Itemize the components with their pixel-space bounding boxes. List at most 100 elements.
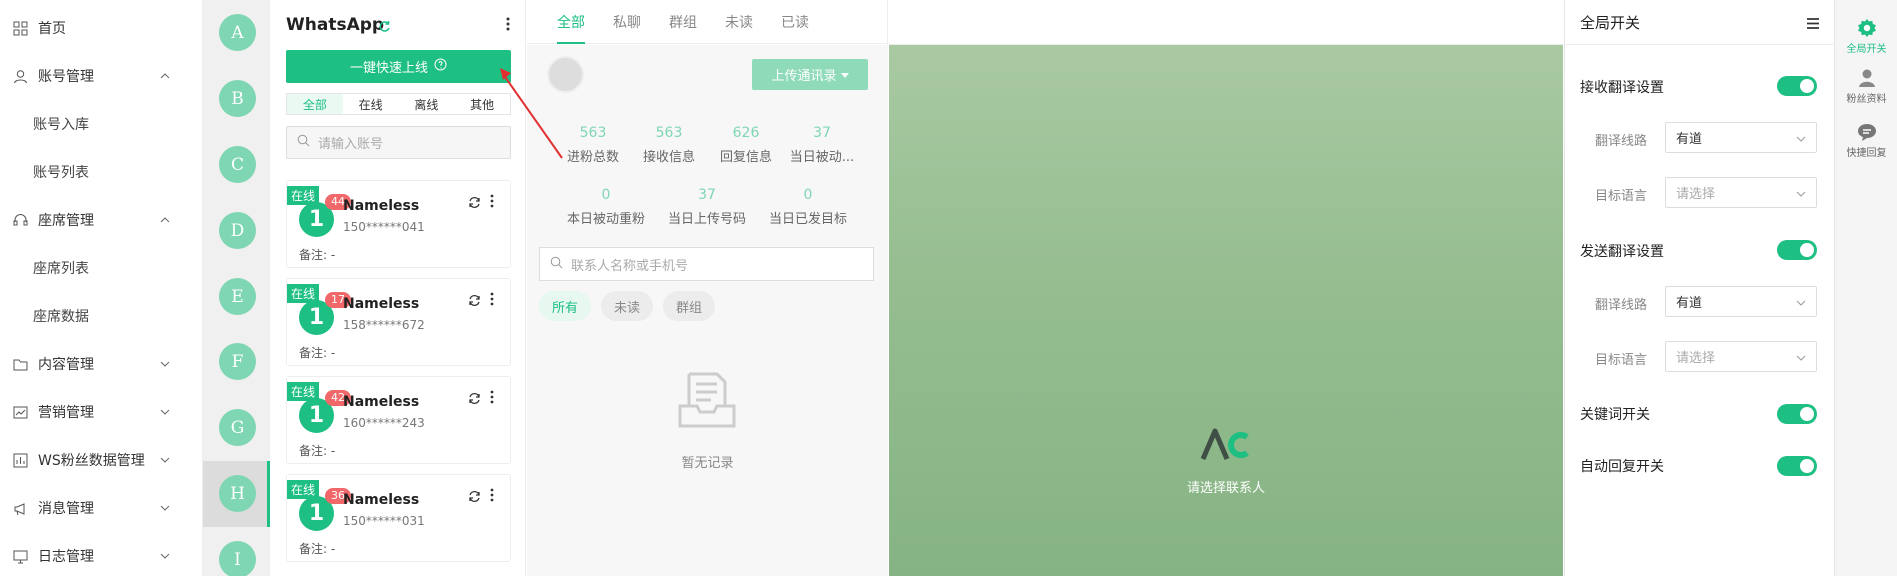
account-avatar[interactable]: D xyxy=(219,212,256,249)
chevron-down-icon xyxy=(1796,186,1806,201)
tab-private[interactable]: 私聊 xyxy=(613,12,641,44)
receive-translate-label: 接收翻译设置 xyxy=(1580,80,1664,96)
headset-icon xyxy=(12,212,28,228)
receive-route-select[interactable]: 有道 xyxy=(1665,122,1817,153)
send-translate-toggle[interactable] xyxy=(1777,240,1817,260)
account-search-input[interactable]: 请输入账号 xyxy=(286,126,511,159)
settings-title: 全局开关 xyxy=(1580,14,1641,32)
account-avatar[interactable]: F xyxy=(219,343,256,380)
nav-item-content[interactable]: 内容管理 xyxy=(0,344,203,384)
account-card[interactable]: 在线 1 42 Nameless 160******243 备注: - xyxy=(286,376,511,464)
send-target-select[interactable]: 请选择 xyxy=(1665,341,1817,372)
send-route-select[interactable]: 有道 xyxy=(1665,286,1817,317)
bar-chart-icon xyxy=(12,452,28,468)
select-placeholder: 请选择 xyxy=(1676,351,1716,366)
chart-icon xyxy=(12,404,28,420)
stat-daily-sent: 0 当日已发目标 xyxy=(766,187,850,227)
more-vertical-icon[interactable] xyxy=(490,291,494,310)
more-vertical-icon[interactable] xyxy=(490,487,494,506)
filter-online[interactable]: 在线 xyxy=(343,94,399,114)
account-card[interactable]: 在线 1 44 Nameless 150******041 备注: - xyxy=(286,180,511,268)
chip-unread[interactable]: 未读 xyxy=(601,291,653,321)
filter-offline[interactable]: 离线 xyxy=(399,94,455,114)
nav-subitem-account-list[interactable]: 账号列表 xyxy=(0,152,203,192)
account-phone: 160******243 xyxy=(343,416,425,430)
account-avatar[interactable]: E xyxy=(219,278,256,315)
auto-reply-switch-label: 自动回复开关 xyxy=(1580,459,1664,475)
account-avatar[interactable]: C xyxy=(219,146,256,183)
chevron-down-icon xyxy=(159,505,171,511)
nav-item-ws-fans[interactable]: WS粉丝数据管理 xyxy=(0,440,203,480)
nav-item-seat[interactable]: 座席管理 xyxy=(0,200,203,240)
quick-online-button[interactable]: 一键快速上线 xyxy=(286,50,511,83)
contact-search-input[interactable]: 联系人名称或手机号 xyxy=(539,247,874,281)
nav-subitem-seat-data[interactable]: 座席数据 xyxy=(0,296,203,336)
stat-daily-passive-dup: 0 本日被动重粉 xyxy=(564,187,648,227)
stat-value: 37 xyxy=(813,125,831,141)
accounts-panel: WhatsApp 一键快速上线 全部 在线 离线 其他 请输入账号 在线 1 4… xyxy=(270,0,526,576)
chip-all[interactable]: 所有 xyxy=(539,291,591,321)
nav-subitem-seat-list[interactable]: 座席列表 xyxy=(0,248,203,288)
account-card[interactable]: 在线 1 36 Nameless 150******031 备注: - xyxy=(286,474,511,562)
chevron-up-icon xyxy=(159,73,171,79)
monitor-icon xyxy=(12,548,28,564)
avatar[interactable] xyxy=(547,56,584,93)
chevron-up-icon xyxy=(159,217,171,223)
stat-total-fans: 563 进粉总数 xyxy=(551,125,635,165)
account-note: 备注: - xyxy=(299,542,336,556)
nav-item-marketing[interactable]: 营销管理 xyxy=(0,392,203,432)
receive-translate-toggle[interactable] xyxy=(1777,76,1817,96)
route-label: 翻译线路 xyxy=(1595,298,1648,313)
sync-icon[interactable] xyxy=(468,488,481,507)
account-avatar[interactable]: G xyxy=(219,409,256,446)
select-value: 有道 xyxy=(1676,296,1703,311)
keyword-toggle[interactable] xyxy=(1777,404,1817,424)
chip-group[interactable]: 群组 xyxy=(663,291,715,321)
filter-other[interactable]: 其他 xyxy=(454,94,510,114)
select-contact-hint: 请选择联系人 xyxy=(1186,481,1265,496)
stat-label: 当日被动... xyxy=(789,150,855,165)
upload-contacts-button[interactable]: 上传通讯录 xyxy=(752,59,868,90)
more-vertical-icon[interactable] xyxy=(490,193,494,212)
stat-received: 563 接收信息 xyxy=(627,125,711,165)
account-avatar[interactable]: A xyxy=(219,14,256,51)
account-avatar[interactable]: B xyxy=(219,80,256,117)
tab-all[interactable]: 全部 xyxy=(557,12,585,44)
sync-icon[interactable] xyxy=(468,292,481,311)
nav-label: 消息管理 xyxy=(38,501,94,517)
chevron-down-icon xyxy=(159,361,171,367)
tool-quick-reply[interactable]: 快捷回复 xyxy=(1835,122,1897,159)
settings-panel: 全局开关 接收翻译设置 翻译线路 有道 目标语言 请选择 发送翻译设置 翻译线路… xyxy=(1564,0,1835,576)
stat-label: 进粉总数 xyxy=(566,150,619,165)
refresh-icon[interactable] xyxy=(378,18,391,37)
auto-reply-toggle[interactable] xyxy=(1777,456,1817,476)
account-avatar[interactable]: I xyxy=(219,541,256,576)
account-name: Nameless xyxy=(343,492,420,508)
chevron-down-icon xyxy=(1796,295,1806,310)
nav-item-log[interactable]: 日志管理 xyxy=(0,536,203,576)
chevron-down-icon xyxy=(159,409,171,415)
sync-icon[interactable] xyxy=(468,390,481,409)
tab-read[interactable]: 已读 xyxy=(781,12,809,44)
nav-subitem-account-import[interactable]: 账号入库 xyxy=(0,104,203,144)
tool-label: 快捷回复 xyxy=(1846,148,1887,159)
account-avatar[interactable]: H xyxy=(219,475,256,512)
tab-unread[interactable]: 未读 xyxy=(725,12,753,44)
account-card[interactable]: 在线 1 17 Nameless 158******672 备注: - xyxy=(286,278,511,366)
nav-item-message[interactable]: 消息管理 xyxy=(0,488,203,528)
nav-item-account[interactable]: 账号管理 xyxy=(0,56,203,96)
sync-icon[interactable] xyxy=(468,194,481,213)
tool-fan-profile[interactable]: 粉丝资料 xyxy=(1835,68,1897,105)
more-vertical-icon[interactable] xyxy=(490,389,494,408)
menu-icon[interactable] xyxy=(1807,14,1819,33)
tab-group[interactable]: 群组 xyxy=(669,12,697,44)
nav-item-home[interactable]: 首页 xyxy=(0,8,203,48)
more-vertical-icon[interactable] xyxy=(506,16,510,35)
nav-label: 内容管理 xyxy=(38,357,94,373)
gear-icon xyxy=(1835,18,1897,38)
tool-global-switch[interactable]: 全局开关 xyxy=(1835,10,1897,66)
account-note: 备注: - xyxy=(299,444,336,458)
receive-target-select[interactable]: 请选择 xyxy=(1665,177,1817,208)
stat-value: 563 xyxy=(579,125,607,141)
filter-all[interactable]: 全部 xyxy=(287,94,343,114)
